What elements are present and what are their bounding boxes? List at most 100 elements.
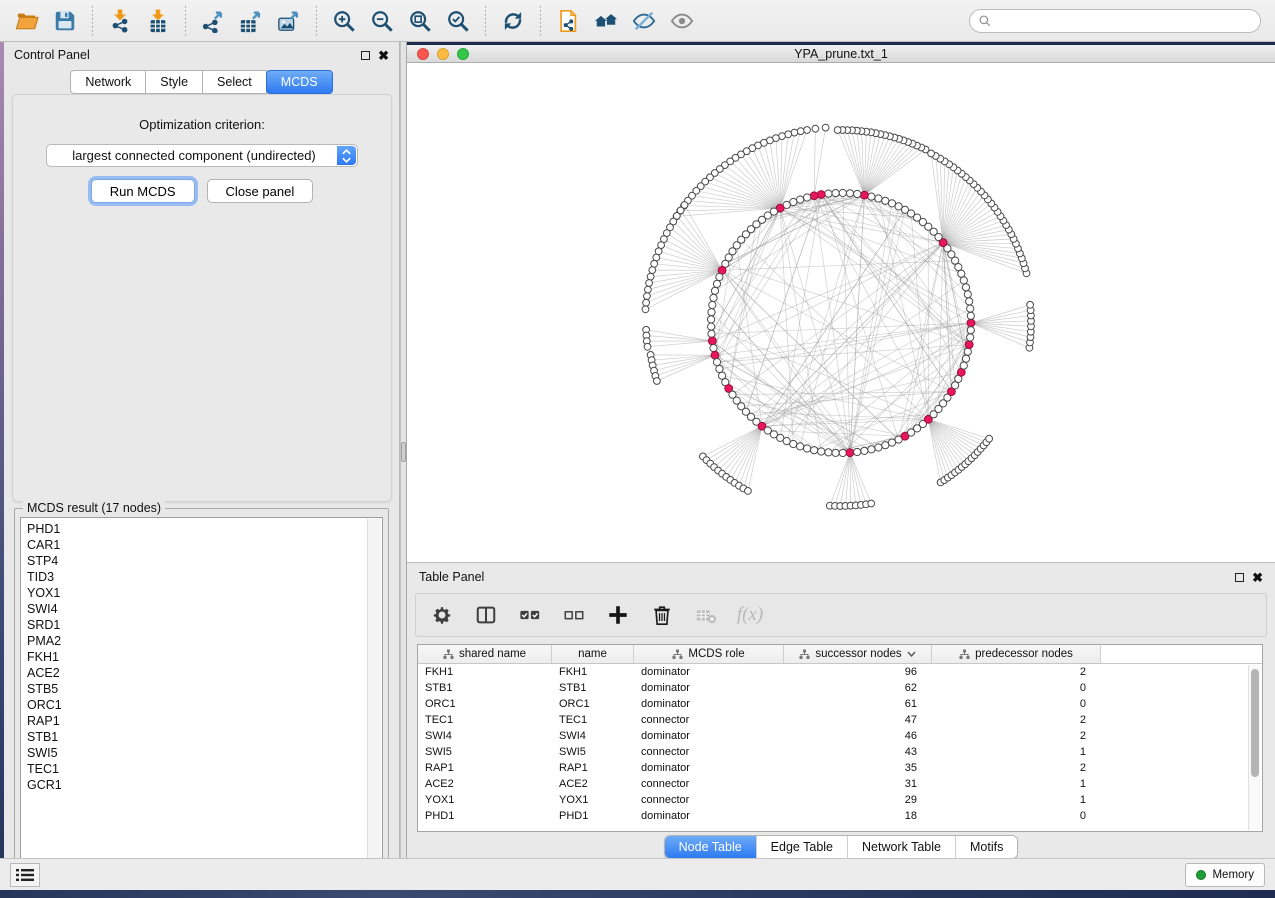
search-input[interactable]	[969, 9, 1261, 33]
result-item[interactable]: PMA2	[27, 633, 382, 649]
import-network-button[interactable]	[104, 5, 136, 37]
ring-node[interactable]	[960, 277, 967, 284]
deselect-all-button[interactable]	[562, 603, 586, 627]
hide-selected-button[interactable]	[628, 5, 660, 37]
table-row[interactable]: ORC1ORC1dominator610	[418, 696, 1262, 712]
table-row[interactable]: RAP1RAP1dominator352	[418, 760, 1262, 776]
ring-node[interactable]	[811, 447, 818, 454]
network-graph[interactable]	[407, 63, 1275, 562]
ring-node[interactable]	[804, 445, 811, 452]
open-file-button[interactable]	[11, 5, 43, 37]
zoom-in-button[interactable]	[328, 5, 360, 37]
ring-node[interactable]	[716, 273, 723, 280]
tab-style[interactable]: Style	[145, 70, 203, 94]
mcds-node[interactable]	[965, 341, 973, 349]
result-item[interactable]: STP4	[27, 553, 382, 569]
result-item[interactable]: STB1	[27, 729, 382, 745]
ring-node[interactable]	[875, 444, 882, 451]
leaf-node[interactable]	[812, 125, 819, 132]
close-table-panel-icon[interactable]: ✖	[1252, 573, 1263, 582]
leaf-node[interactable]	[654, 378, 661, 385]
ring-node[interactable]	[964, 348, 971, 355]
float-table-panel-icon[interactable]	[1235, 573, 1244, 582]
mcds-node[interactable]	[711, 351, 719, 359]
result-item[interactable]: GCR1	[27, 777, 382, 793]
ring-node[interactable]	[967, 327, 974, 334]
tab-edge-table[interactable]: Edge Table	[756, 836, 847, 858]
table-scrollbar-thumb[interactable]	[1251, 669, 1259, 777]
column-header-predecessor-nodes[interactable]: predecessor nodes	[932, 645, 1101, 663]
column-header-successor-nodes[interactable]: successor nodes	[784, 645, 932, 663]
first-neighbors-button[interactable]	[590, 5, 622, 37]
leaf-node[interactable]	[822, 124, 829, 131]
ring-node[interactable]	[846, 190, 853, 197]
result-item[interactable]: ACE2	[27, 665, 382, 681]
ring-node[interactable]	[960, 362, 967, 369]
leaf-node[interactable]	[1027, 301, 1034, 308]
result-item[interactable]: RAP1	[27, 713, 382, 729]
result-item[interactable]: FKH1	[27, 649, 382, 665]
ring-node[interactable]	[790, 440, 797, 447]
ring-node[interactable]	[854, 190, 861, 197]
mcds-node[interactable]	[861, 191, 869, 199]
tab-mcds[interactable]: MCDS	[266, 70, 333, 94]
result-item[interactable]: SWI5	[27, 745, 382, 761]
column-header-shared-name[interactable]: shared name	[418, 645, 552, 663]
close-panel-button[interactable]: Close panel	[207, 179, 314, 203]
ring-node[interactable]	[708, 309, 715, 316]
table-scrollbar[interactable]	[1248, 665, 1261, 830]
export-image-button[interactable]	[273, 5, 305, 37]
ring-node[interactable]	[868, 193, 875, 200]
toggle-column-button[interactable]	[474, 603, 498, 627]
ring-node[interactable]	[825, 449, 832, 456]
network-canvas[interactable]	[407, 63, 1275, 562]
ring-node[interactable]	[797, 196, 804, 203]
ring-node[interactable]	[966, 298, 973, 305]
leaf-node[interactable]	[745, 488, 752, 495]
mcds-node[interactable]	[967, 319, 975, 327]
ring-node[interactable]	[804, 194, 811, 201]
show-all-button[interactable]	[666, 5, 698, 37]
tab-motifs[interactable]: Motifs	[955, 836, 1017, 858]
leaf-node[interactable]	[928, 150, 935, 157]
table-row[interactable]: ACE2ACE2connector311	[418, 776, 1262, 792]
zoom-out-button[interactable]	[366, 5, 398, 37]
table-row[interactable]: SWI5SWI5connector431	[418, 744, 1262, 760]
mcds-result-list[interactable]: PHD1CAR1STP4TID3YOX1SWI4SRD1PMA2FKH1ACE2…	[20, 517, 383, 874]
ring-node[interactable]	[708, 330, 715, 337]
result-item[interactable]: ORC1	[27, 697, 382, 713]
tab-network[interactable]: Network	[70, 70, 146, 94]
ring-node[interactable]	[832, 190, 839, 197]
result-item[interactable]: CAR1	[27, 537, 382, 553]
panel-chooser-button[interactable]	[10, 863, 40, 887]
zoom-selected-button[interactable]	[442, 5, 474, 37]
ring-node[interactable]	[839, 449, 846, 456]
table-row[interactable]: STB1STB1dominator620	[418, 680, 1262, 696]
table-row[interactable]: PHD1PHD1dominator180	[418, 808, 1262, 824]
result-item[interactable]: TID3	[27, 569, 382, 585]
mcds-node[interactable]	[708, 337, 716, 345]
result-item[interactable]: TEC1	[27, 761, 382, 777]
ring-node[interactable]	[964, 291, 971, 298]
export-network-button[interactable]	[197, 5, 229, 37]
select-all-button[interactable]	[518, 603, 542, 627]
ring-node[interactable]	[708, 316, 715, 323]
table-settings-button[interactable]	[430, 603, 454, 627]
ring-node[interactable]	[832, 449, 839, 456]
save-session-button[interactable]	[49, 5, 81, 37]
leaf-node[interactable]	[804, 127, 811, 134]
result-item[interactable]: SRD1	[27, 617, 382, 633]
float-panel-icon[interactable]	[361, 51, 370, 60]
ring-node[interactable]	[875, 195, 882, 202]
leaf-node[interactable]	[834, 127, 841, 134]
memory-button[interactable]: Memory	[1185, 863, 1265, 887]
zoom-fit-button[interactable]	[404, 5, 436, 37]
criterion-dropdown[interactable]: largest connected component (undirected)	[46, 144, 358, 167]
ring-node[interactable]	[854, 448, 861, 455]
ring-node[interactable]	[962, 355, 969, 362]
ring-node[interactable]	[711, 287, 718, 294]
ring-node[interactable]	[882, 442, 889, 449]
mcds-node[interactable]	[817, 191, 825, 199]
ring-node[interactable]	[713, 359, 720, 366]
ring-node[interactable]	[797, 443, 804, 450]
